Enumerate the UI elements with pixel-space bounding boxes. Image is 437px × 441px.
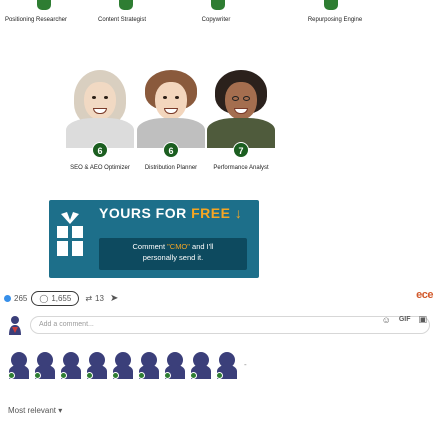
role-label: Content Strategist <box>97 17 147 23</box>
like-reaction-icon <box>4 295 11 302</box>
reactor-avatar[interactable] <box>164 351 186 379</box>
ai-agent-avatar <box>60 64 140 148</box>
reactor-avatar[interactable] <box>86 351 108 379</box>
step-number-badge: 6 <box>163 142 179 158</box>
ai-agent-avatar <box>201 64 281 148</box>
send-button[interactable]: ➤ <box>110 293 118 304</box>
gif-button[interactable]: GIF <box>399 316 411 323</box>
cta-banner: YOURS FOR FREE ↓ Comment "CMO" and I'll … <box>49 200 259 278</box>
step-tab <box>211 0 225 10</box>
step-tab <box>324 0 338 10</box>
comment-icon: ◯ <box>39 294 49 303</box>
reactor-avatars: - <box>8 350 254 380</box>
ai-agent-avatar <box>131 64 211 148</box>
cta-instruction: Comment "CMO" and I'll personally send i… <box>99 238 247 270</box>
comment-input[interactable]: Add a comment... <box>30 316 430 334</box>
comments-count[interactable]: ◯ 1,655 <box>31 291 80 306</box>
reactor-avatar[interactable] <box>112 351 134 379</box>
comment-row: Add a comment... ☺ GIF ▣ <box>0 312 437 342</box>
reactor-avatar[interactable] <box>8 351 30 379</box>
role-label: Distribution Planner <box>144 165 198 171</box>
reactor-avatar[interactable] <box>60 351 82 379</box>
step-number-badge: 7 <box>233 142 249 158</box>
cta-headline: YOURS FOR FREE ↓ <box>99 205 243 221</box>
reactor-avatar[interactable] <box>190 351 212 379</box>
role-label: Performance Analyst <box>213 165 269 171</box>
chevron-down-icon: ▾ <box>58 406 63 415</box>
comment-sort-dropdown[interactable]: Most relevant ▾ <box>8 406 62 415</box>
reactor-avatar[interactable] <box>34 351 56 379</box>
role-label: SEO & AEO Optimizer <box>70 165 130 171</box>
reposts-count[interactable]: ⇄ 13 <box>85 294 104 303</box>
reactor-avatar[interactable] <box>216 351 238 379</box>
more-reactors-indicator[interactable]: - <box>244 360 254 370</box>
image-icon[interactable]: ▣ <box>418 314 427 325</box>
emoji-icon[interactable]: ☺ <box>382 315 391 325</box>
step-number-badge: 6 <box>92 142 108 158</box>
reactor-avatar[interactable] <box>138 351 160 379</box>
send-icon: ➤ <box>109 293 119 304</box>
role-label: Repurposing Engine <box>307 17 363 23</box>
post-image[interactable]: Positioning Researcher Content Strategis… <box>0 0 437 284</box>
current-user-avatar[interactable] <box>8 315 22 335</box>
gift-icon <box>57 212 83 256</box>
reactions-count[interactable]: 265 <box>4 294 27 303</box>
repost-icon: ⇄ <box>85 294 93 303</box>
brand-logo: ece <box>416 289 433 301</box>
step-tab <box>37 0 51 10</box>
social-counts-bar: 265 ◯ 1,655 ⇄ 13 ➤ ece <box>0 286 437 312</box>
role-label: Copywriter <box>201 17 231 23</box>
step-tab <box>119 0 133 10</box>
role-label: Positioning Researcher <box>4 17 68 23</box>
